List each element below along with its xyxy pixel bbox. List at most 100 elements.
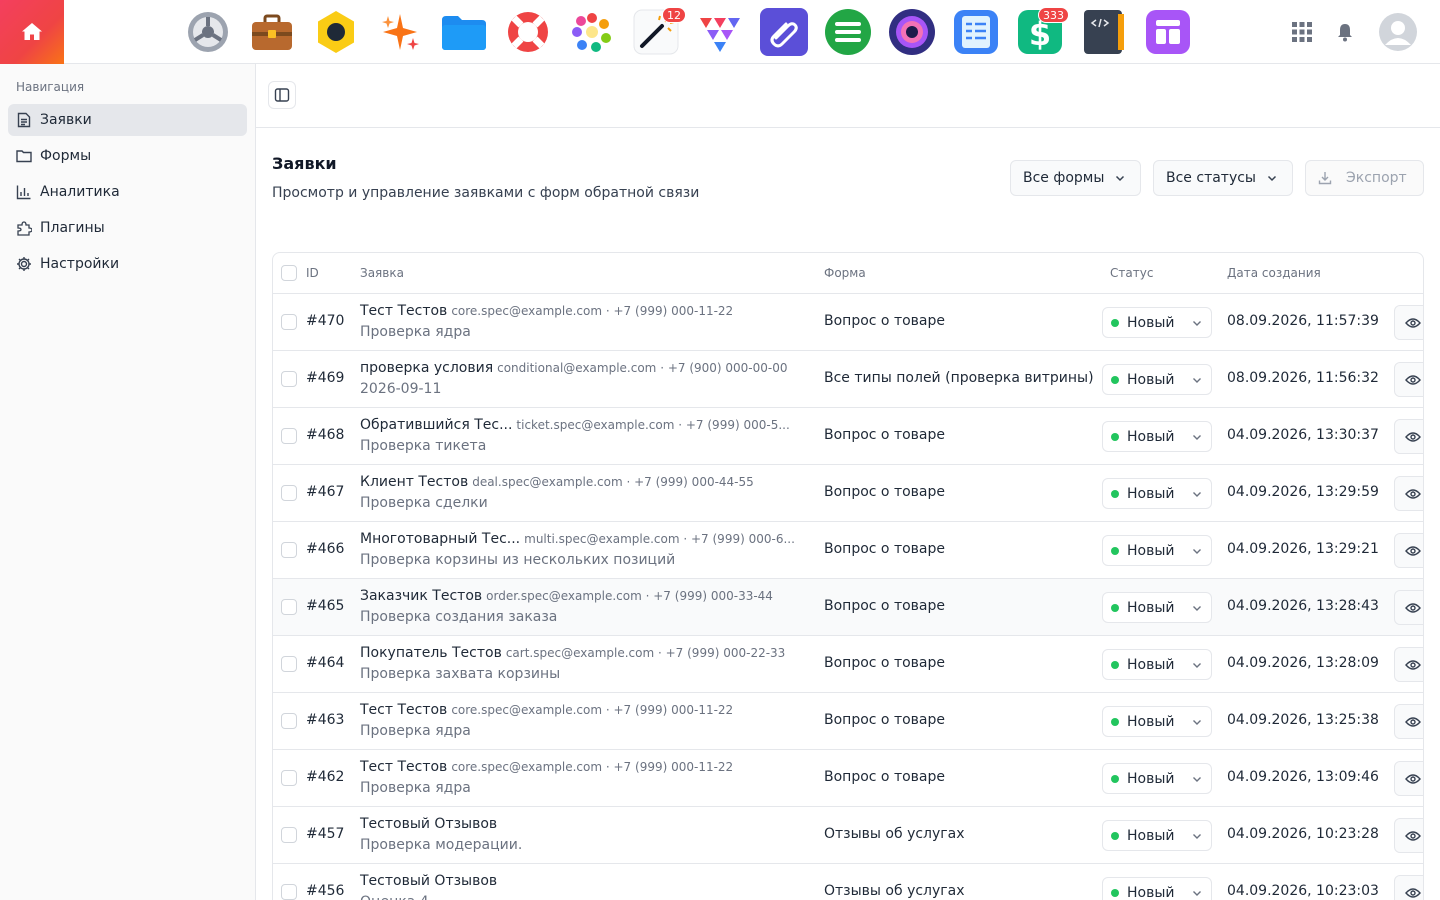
column-header-id[interactable]: ID [306,266,319,280]
table-row[interactable]: #469 проверка условия conditional@example.… [273,351,1423,408]
grid-icon[interactable] [1286,16,1318,48]
sidebar-item-label: Настройки [40,256,120,272]
hexagon-app-icon[interactable] [312,8,360,56]
dollar-app-icon[interactable]: $ 333 [1016,7,1069,56]
menu-circle-app-icon[interactable] [824,8,872,56]
export-button[interactable]: Экспорт [1305,160,1424,196]
request-name[interactable]: Покупатель Тестов cart.spec@example.com ·… [360,645,785,661]
magic-wand-app-icon[interactable]: 12 [632,7,686,56]
table-row[interactable]: #468 Обратившийся Тес... ticket.spec@examp… [273,408,1423,465]
status-label: Новый [1127,827,1175,844]
code-book-app-icon[interactable] [1080,8,1128,56]
table-row[interactable]: #464 Покупатель Тестов cart.spec@example.c… [273,636,1423,693]
sidebar-item-requests[interactable]: Заявки [8,104,247,136]
status-select[interactable]: Новый [1102,592,1212,623]
briefcase-app-icon[interactable] [248,8,296,56]
view-button[interactable] [1394,476,1423,511]
row-checkbox[interactable] [281,314,297,330]
status-select[interactable]: Новый [1102,706,1212,737]
view-button[interactable] [1394,875,1423,900]
sidebar-item-forms[interactable]: Формы [8,140,247,172]
row-checkbox[interactable] [281,713,297,729]
eye-icon [1405,488,1421,500]
folder-app-icon[interactable] [440,8,488,56]
avatar[interactable] [1378,12,1418,52]
camera-lens-app-icon[interactable] [888,8,936,56]
row-checkbox[interactable] [281,485,297,501]
row-checkbox[interactable] [281,827,297,843]
requester-name: Тест Тестов [360,759,448,775]
status-select[interactable]: Новый [1102,421,1212,452]
request-name[interactable]: Тест Тестов core.spec@example.com · +7 (9… [360,702,733,718]
request-name[interactable]: Тест Тестов core.spec@example.com · +7 (9… [360,303,733,319]
view-button[interactable] [1394,647,1423,682]
table-row[interactable]: #467 Клиент Тестов deal.spec@example.com ·… [273,465,1423,522]
view-button[interactable] [1394,590,1423,625]
view-button[interactable] [1394,704,1423,739]
row-checkbox[interactable] [281,656,297,672]
request-form: Вопрос о товаре [824,313,945,329]
triangles-app-icon[interactable] [696,8,744,56]
settings-gear-app-icon[interactable] [184,8,232,56]
column-header-status[interactable]: Статус [1110,266,1153,280]
color-circle-app-icon[interactable] [568,8,616,56]
view-button[interactable] [1394,761,1423,796]
status-select[interactable]: Новый [1102,763,1212,794]
row-checkbox[interactable] [281,770,297,786]
request-name[interactable]: Тестовый Отзывов [360,873,501,889]
status-select[interactable]: Новый [1102,649,1212,680]
request-name[interactable]: Обратившийся Тес... ticket.spec@example.c… [360,417,790,433]
request-name[interactable]: Тест Тестов core.spec@example.com · +7 (9… [360,759,733,775]
view-button[interactable] [1394,419,1423,454]
sidebar-item-settings[interactable]: Настройки [8,248,247,280]
created-date: 04.09.2026, 13:28:09 [1227,655,1379,671]
request-name[interactable]: Тестовый Отзывов [360,816,501,832]
request-name[interactable]: Заказчик Тестов order.spec@example.com · … [360,588,773,604]
row-checkbox[interactable] [281,542,297,558]
row-checkbox[interactable] [281,428,297,444]
column-header-form[interactable]: Форма [824,266,866,280]
row-checkbox[interactable] [281,884,297,900]
forms-filter-select[interactable]: Все формы [1010,160,1141,196]
gear-icon [16,256,32,272]
table-row[interactable]: #462 Тест Тестов core.spec@example.com · +… [273,750,1423,807]
status-select[interactable]: Новый [1102,478,1212,509]
chevron-down-icon [1191,545,1203,561]
sidebar-item-plugins[interactable]: Плагины [8,212,247,244]
view-button[interactable] [1394,818,1423,853]
column-header-created[interactable]: Дата создания [1227,266,1321,280]
dashboard-app-icon[interactable] [1144,8,1192,56]
table-row[interactable]: #470 Тест Тестов core.spec@example.com · +… [273,294,1423,351]
status-label: Новый [1127,884,1175,900]
home-button[interactable] [0,0,64,64]
column-header-request[interactable]: Заявка [360,266,404,280]
status-select[interactable]: Новый [1102,820,1212,851]
request-name[interactable]: Многотоварный Тес... multi.spec@example.c… [360,531,795,547]
row-checkbox[interactable] [281,371,297,387]
sidebar-item-analytics[interactable]: Аналитика [8,176,247,208]
view-button[interactable] [1394,305,1423,340]
sparkles-app-icon[interactable] [376,8,424,56]
status-select[interactable]: Новый [1102,535,1212,566]
status-select[interactable]: Новый [1102,307,1212,338]
paperclip-app-icon[interactable] [760,8,808,56]
table-row[interactable]: #457 Тестовый Отзывов Проверка модерации. О… [273,807,1423,864]
lifebuoy-app-icon[interactable] [504,8,552,56]
table-row[interactable]: #466 Многотоварный Тес... multi.spec@examp… [273,522,1423,579]
view-button[interactable] [1394,533,1423,568]
request-name[interactable]: Клиент Тестов deal.spec@example.com · +7 … [360,474,754,490]
table-row[interactable]: #463 Тест Тестов core.spec@example.com · +… [273,693,1423,750]
checklist-app-icon[interactable] [952,8,1000,56]
table-row[interactable]: #465 Заказчик Тестов order.spec@example.co… [273,579,1423,636]
toggle-sidebar-button[interactable] [268,81,296,109]
select-all-checkbox[interactable] [281,265,297,281]
request-name[interactable]: проверка условия conditional@example.com … [360,360,788,376]
status-select[interactable]: Новый [1102,877,1212,900]
row-checkbox[interactable] [281,599,297,615]
table-row[interactable]: #456 Тестовый Отзывов Оценка 4 Отзывы об ус… [273,864,1423,900]
view-button[interactable] [1394,362,1423,397]
status-select[interactable]: Новый [1102,364,1212,395]
eye-icon [1405,716,1421,728]
bell-icon[interactable] [1329,16,1361,48]
status-filter-select[interactable]: Все статусы [1153,160,1293,196]
